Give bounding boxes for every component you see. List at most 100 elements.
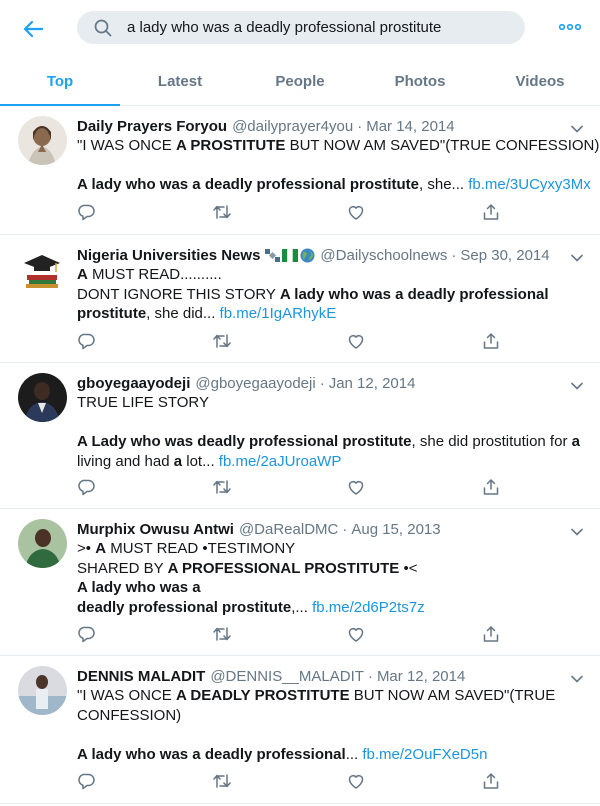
tweet-content: DENNIS MALADIT @DENNIS__MALADIT · Mar 12… — [77, 666, 584, 764]
author-name[interactable]: Daily Prayers Foryou — [77, 118, 227, 135]
top-bar — [0, 0, 600, 58]
tab-label: People — [275, 73, 325, 90]
tweet-link[interactable]: fb.me/1IgARhykE — [220, 305, 337, 322]
author-handle[interactable]: @gboyegaayodeji — [195, 375, 315, 392]
reply-icon[interactable] — [77, 331, 97, 351]
tweet[interactable]: Daily Prayers Foryou @dailyprayer4you · … — [0, 106, 600, 235]
avatar[interactable] — [18, 666, 67, 715]
author-name[interactable]: Nigeria Universities News — [77, 247, 260, 264]
tab-label: Photos — [394, 73, 446, 90]
tweet-header: Daily Prayers Foryou @dailyprayer4you · … — [77, 116, 584, 136]
author-handle[interactable]: @DENNIS__MALADIT — [210, 668, 364, 685]
retweet-icon[interactable] — [212, 331, 232, 351]
author-handle[interactable]: @Dailyschoolnews — [320, 247, 447, 264]
share-icon[interactable] — [481, 477, 501, 497]
reply-icon[interactable] — [77, 771, 97, 791]
tweet-actions — [77, 477, 507, 497]
search-bar[interactable] — [77, 11, 525, 44]
tweet-text-line: A lady who was a — [77, 579, 201, 596]
tab-photos[interactable]: Photos — [360, 58, 480, 105]
tweet-date[interactable]: Aug 15, 2013 — [351, 521, 440, 538]
tweet[interactable]: DENNIS MALADIT @DENNIS__MALADIT · Mar 12… — [0, 656, 600, 804]
share-icon[interactable] — [481, 331, 501, 351]
back-button[interactable] — [18, 14, 48, 44]
tweet-text-line: A Lady who was deadly professional prost… — [77, 433, 580, 450]
avatar[interactable] — [18, 245, 67, 294]
heart-icon[interactable] — [346, 331, 366, 351]
arrow-left-icon — [23, 20, 43, 38]
tab-videos[interactable]: Videos — [480, 58, 600, 105]
tab-label: Latest — [157, 73, 203, 90]
tab-people[interactable]: People — [240, 58, 360, 105]
tweet-header: Nigeria Universities News @Dailyschoolne… — [77, 245, 584, 265]
tweet[interactable]: gboyegaayodeji @gboyegaayodeji · Jan 12,… — [0, 363, 600, 509]
tweet-text-line: A lady who was a deadly professional pro… — [77, 176, 591, 193]
separator-dot: · — [367, 667, 373, 685]
tab-latest[interactable]: Latest — [120, 58, 240, 105]
tweet-link[interactable]: fb.me/3UCyxy3Mx — [468, 176, 591, 193]
tweet-date[interactable]: Mar 14, 2014 — [366, 118, 454, 135]
heart-icon[interactable] — [346, 771, 366, 791]
more-options-button[interactable] — [558, 17, 582, 37]
search-icon — [94, 19, 112, 37]
author-handle[interactable]: @DaRealDMC — [239, 521, 338, 538]
tweet-actions — [77, 202, 507, 222]
share-icon[interactable] — [481, 771, 501, 791]
author-handle[interactable]: @dailyprayer4you — [232, 118, 353, 135]
tweet-content: Murphix Owusu Antwi @DaRealDMC · Aug 15,… — [77, 519, 584, 617]
retweet-icon[interactable] — [212, 202, 232, 222]
separator-dot: · — [319, 374, 325, 392]
tweet-text-line: deadly professional prostitute,... fb.me… — [77, 598, 425, 616]
share-icon[interactable] — [481, 202, 501, 222]
retweet-icon[interactable] — [212, 624, 232, 644]
tweet-actions — [77, 771, 507, 791]
tweet-text-line: CONFESSION) — [77, 706, 182, 724]
tab-top[interactable]: Top — [0, 58, 120, 106]
tweet-link[interactable]: fb.me/2OuFXeD5n — [362, 746, 487, 763]
heart-icon[interactable] — [346, 477, 366, 497]
separator-dot: · — [342, 520, 348, 538]
tweet[interactable]: Nigeria Universities News @Dailyschoolne… — [0, 235, 600, 363]
tweet-actions — [77, 624, 507, 644]
search-input[interactable] — [127, 19, 507, 36]
reply-icon[interactable] — [77, 624, 97, 644]
tweet-text-line: A MUST READ.......... — [77, 266, 222, 283]
author-name[interactable]: DENNIS MALADIT — [77, 668, 205, 685]
globe-icon — [300, 248, 315, 262]
author-name[interactable]: Murphix Owusu Antwi — [77, 521, 234, 538]
tweet-link[interactable]: fb.me/2d6P2ts7z — [312, 599, 425, 616]
tweet-content: gboyegaayodeji @gboyegaayodeji · Jan 12,… — [77, 373, 584, 471]
reply-icon[interactable] — [77, 202, 97, 222]
tweet-text-line: DONT IGNORE THIS STORY A lady who was a … — [77, 285, 549, 303]
heart-icon[interactable] — [346, 624, 366, 644]
reply-icon[interactable] — [77, 477, 97, 497]
name-emojis — [265, 248, 315, 263]
heart-icon[interactable] — [346, 202, 366, 222]
tweet-link[interactable]: fb.me/2aJUroaWP — [219, 453, 342, 470]
tweet-text-line: "I WAS ONCE A DEADLY PROSTITUTE BUT NOW … — [77, 687, 556, 704]
tweet-header: Murphix Owusu Antwi @DaRealDMC · Aug 15,… — [77, 519, 584, 539]
tweet-header: gboyegaayodeji @gboyegaayodeji · Jan 12,… — [77, 373, 584, 393]
avatar[interactable] — [18, 519, 67, 568]
retweet-icon[interactable] — [212, 477, 232, 497]
retweet-icon[interactable] — [212, 771, 232, 791]
avatar[interactable] — [18, 373, 67, 422]
separator-dot: · — [357, 117, 363, 135]
satellite-icon — [265, 248, 281, 262]
tweet-header: DENNIS MALADIT @DENNIS__MALADIT · Mar 12… — [77, 666, 584, 686]
author-name[interactable]: gboyegaayodeji — [77, 375, 190, 392]
share-icon[interactable] — [481, 624, 501, 644]
tweet-text-line: living and had a lot... fb.me/2aJUroaWP — [77, 452, 342, 470]
tweet-date[interactable]: Mar 12, 2014 — [377, 668, 465, 685]
tweet[interactable]: Murphix Owusu Antwi @DaRealDMC · Aug 15,… — [0, 509, 600, 656]
tweet-text-line: TRUE LIFE STORY — [77, 394, 209, 411]
tweet-text-line: prostitute, she did... fb.me/1IgARhykE — [77, 305, 337, 322]
tweet-text-line: "I WAS ONCE A PROSTITUTE BUT NOW AM SAVE… — [77, 137, 600, 154]
search-tabs: Top Latest People Photos Videos — [0, 58, 600, 106]
separator-dot: · — [451, 246, 457, 264]
tweet-date[interactable]: Sep 30, 2014 — [460, 247, 549, 264]
tweet-content: Nigeria Universities News @Dailyschoolne… — [77, 245, 584, 324]
tweet-date[interactable]: Jan 12, 2014 — [329, 375, 416, 392]
avatar[interactable] — [18, 116, 67, 165]
nigeria-flag-icon — [282, 248, 299, 262]
